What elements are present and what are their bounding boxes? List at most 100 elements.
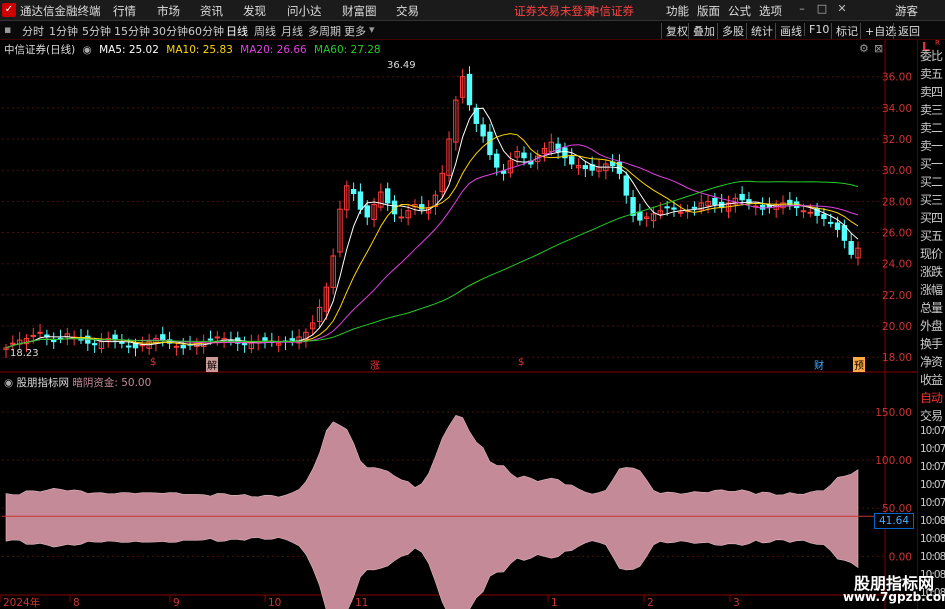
close-icon[interactable]: ✕: [835, 2, 849, 16]
x-tick-label: 9: [173, 597, 180, 609]
menu-wenxiaoda[interactable]: 问小达: [287, 3, 322, 19]
candle-body: [555, 143, 561, 153]
candle-body: [637, 211, 643, 221]
menu-jiaoyi[interactable]: 交易: [396, 3, 419, 19]
sub-toggle-icon[interactable]: ◉: [4, 377, 13, 389]
broker-name[interactable]: 中信证券: [588, 3, 634, 19]
candle-body: [466, 73, 473, 106]
period-more[interactable]: 更多: [344, 23, 366, 39]
menu-gongneng[interactable]: 功能: [666, 3, 689, 19]
side-item: 买二: [920, 175, 943, 189]
candle-body: [119, 341, 125, 344]
ma-legend: 中信证券(日线) ◉ MA5: 25.02 MA10: 25.83 MA20: …: [4, 42, 385, 57]
watermark-url: www.7gpzb.com: [843, 590, 945, 604]
side-item: 10:08: [920, 533, 945, 545]
candle-body: [671, 207, 677, 210]
menu-shichang[interactable]: 市场: [157, 3, 180, 19]
side-item: 收益: [920, 373, 943, 387]
event-marker[interactable]: $: [518, 357, 524, 368]
btn-fanhui[interactable]: 返回: [893, 23, 920, 39]
period-daily[interactable]: 日线: [226, 23, 248, 39]
menu-faxian[interactable]: 发现: [243, 3, 266, 19]
minimize-icon[interactable]: –: [795, 2, 809, 16]
side-item: 外盘: [920, 319, 943, 333]
period-30min[interactable]: 30分钟: [152, 23, 188, 39]
candle-body: [10, 342, 16, 345]
side-item: 卖三: [920, 103, 943, 117]
period-5min[interactable]: 5分钟: [82, 23, 111, 39]
menu-zixun[interactable]: 资讯: [200, 3, 223, 19]
maximize-icon[interactable]: □: [815, 2, 829, 16]
candle-body: [834, 222, 841, 230]
y-tick-label: 150.00: [875, 407, 912, 419]
btn-tongji[interactable]: 统计: [746, 23, 773, 39]
guest-label[interactable]: 游客: [895, 3, 918, 19]
menu-caifuquan[interactable]: 财富圈: [342, 3, 377, 19]
period-weekly[interactable]: 周线: [254, 23, 276, 39]
side-item: 10:08: [920, 515, 945, 527]
btn-f10[interactable]: F10: [804, 23, 829, 36]
candle-body: [691, 206, 698, 209]
period-1min[interactable]: 1分钟: [49, 23, 78, 39]
side-item: 卖四: [920, 85, 943, 99]
ma-line-ma20: [5, 144, 859, 349]
btn-zixuan[interactable]: +自选: [860, 23, 896, 39]
period-fenshi[interactable]: 分时: [22, 23, 44, 39]
side-item: 10:07: [920, 479, 945, 491]
period-multi[interactable]: 多周期: [308, 23, 341, 39]
kline-chart[interactable]: 36.0034.0032.0030.0028.0026.0024.0022.00…: [0, 40, 917, 609]
sub-indicator-name[interactable]: 股朋指标网: [17, 377, 70, 389]
menu-hangqing[interactable]: 行情: [113, 3, 136, 19]
login-notice[interactable]: 证券交易未登录: [514, 3, 595, 19]
side-item: 涨跌: [920, 265, 943, 279]
sub-series-label: 暗阴资金: 50.00: [72, 377, 152, 389]
side-item: 卖二: [920, 121, 943, 135]
settings-gear-icon[interactable]: ⚙: [859, 42, 869, 55]
toolbar-lock-icon[interactable]: ▪: [4, 23, 11, 36]
candle-body: [664, 206, 670, 209]
collapse-icon[interactable]: ⊠: [874, 42, 883, 55]
y-tick-label: 22.00: [882, 290, 912, 302]
btn-fuquan[interactable]: 复权: [661, 23, 688, 39]
event-marker[interactable]: 财: [814, 357, 824, 372]
menu-banmian[interactable]: 版面: [697, 3, 720, 19]
event-marker[interactable]: 预: [853, 357, 865, 372]
candle-body: [125, 345, 132, 348]
candle-body: [807, 211, 813, 214]
more-dropdown-icon[interactable]: ▾: [369, 23, 375, 36]
btn-diejia[interactable]: 叠加: [688, 23, 715, 39]
ma20-label: MA20: 26.66: [240, 44, 307, 56]
side-expand-icon[interactable]: R: [935, 39, 940, 47]
menu-xuanxiang[interactable]: 选项: [759, 3, 782, 19]
candle-body: [214, 336, 220, 339]
period-15min[interactable]: 15分钟: [114, 23, 150, 39]
btn-biaoji[interactable]: 标记: [831, 23, 858, 39]
candle-body: [521, 152, 527, 159]
side-item: 买一: [920, 157, 943, 171]
candle-body: [37, 331, 43, 334]
event-marker[interactable]: 涨: [370, 357, 380, 372]
candle-body: [623, 175, 629, 196]
y-tick-label: 32.00: [882, 134, 912, 146]
candle-body: [398, 216, 405, 219]
ma60-label: MA60: 27.28: [314, 44, 381, 56]
side-item: 卖一: [920, 139, 943, 153]
candle-body: [91, 343, 98, 346]
title-bar: ✓ 通达信金融终端 行情 市场 资讯 发现 问小达 财富圈 交易 证券交易未登录…: [0, 0, 945, 21]
x-tick-label: 11: [355, 597, 368, 609]
side-item: 卖五: [920, 67, 943, 81]
sub-area: [5, 415, 859, 609]
candle-body: [582, 165, 589, 170]
legend-toggle-icon[interactable]: ◉: [83, 44, 92, 56]
btn-huaxian[interactable]: 画线: [775, 23, 802, 39]
event-marker[interactable]: 解: [206, 357, 218, 372]
btn-duogu[interactable]: 多股: [717, 23, 744, 39]
y-tick-label: 36.00: [882, 72, 912, 84]
event-marker[interactable]: $: [150, 357, 156, 368]
period-monthly[interactable]: 月线: [281, 23, 303, 39]
candle-body: [494, 153, 500, 168]
side-item: 买四: [920, 211, 943, 225]
period-toolbar: ▪ 分时 1分钟 5分钟 15分钟 30分钟 60分钟 日线 周线 月线 多周期…: [0, 21, 945, 40]
menu-gongshi[interactable]: 公式: [728, 3, 751, 19]
period-60min[interactable]: 60分钟: [188, 23, 224, 39]
